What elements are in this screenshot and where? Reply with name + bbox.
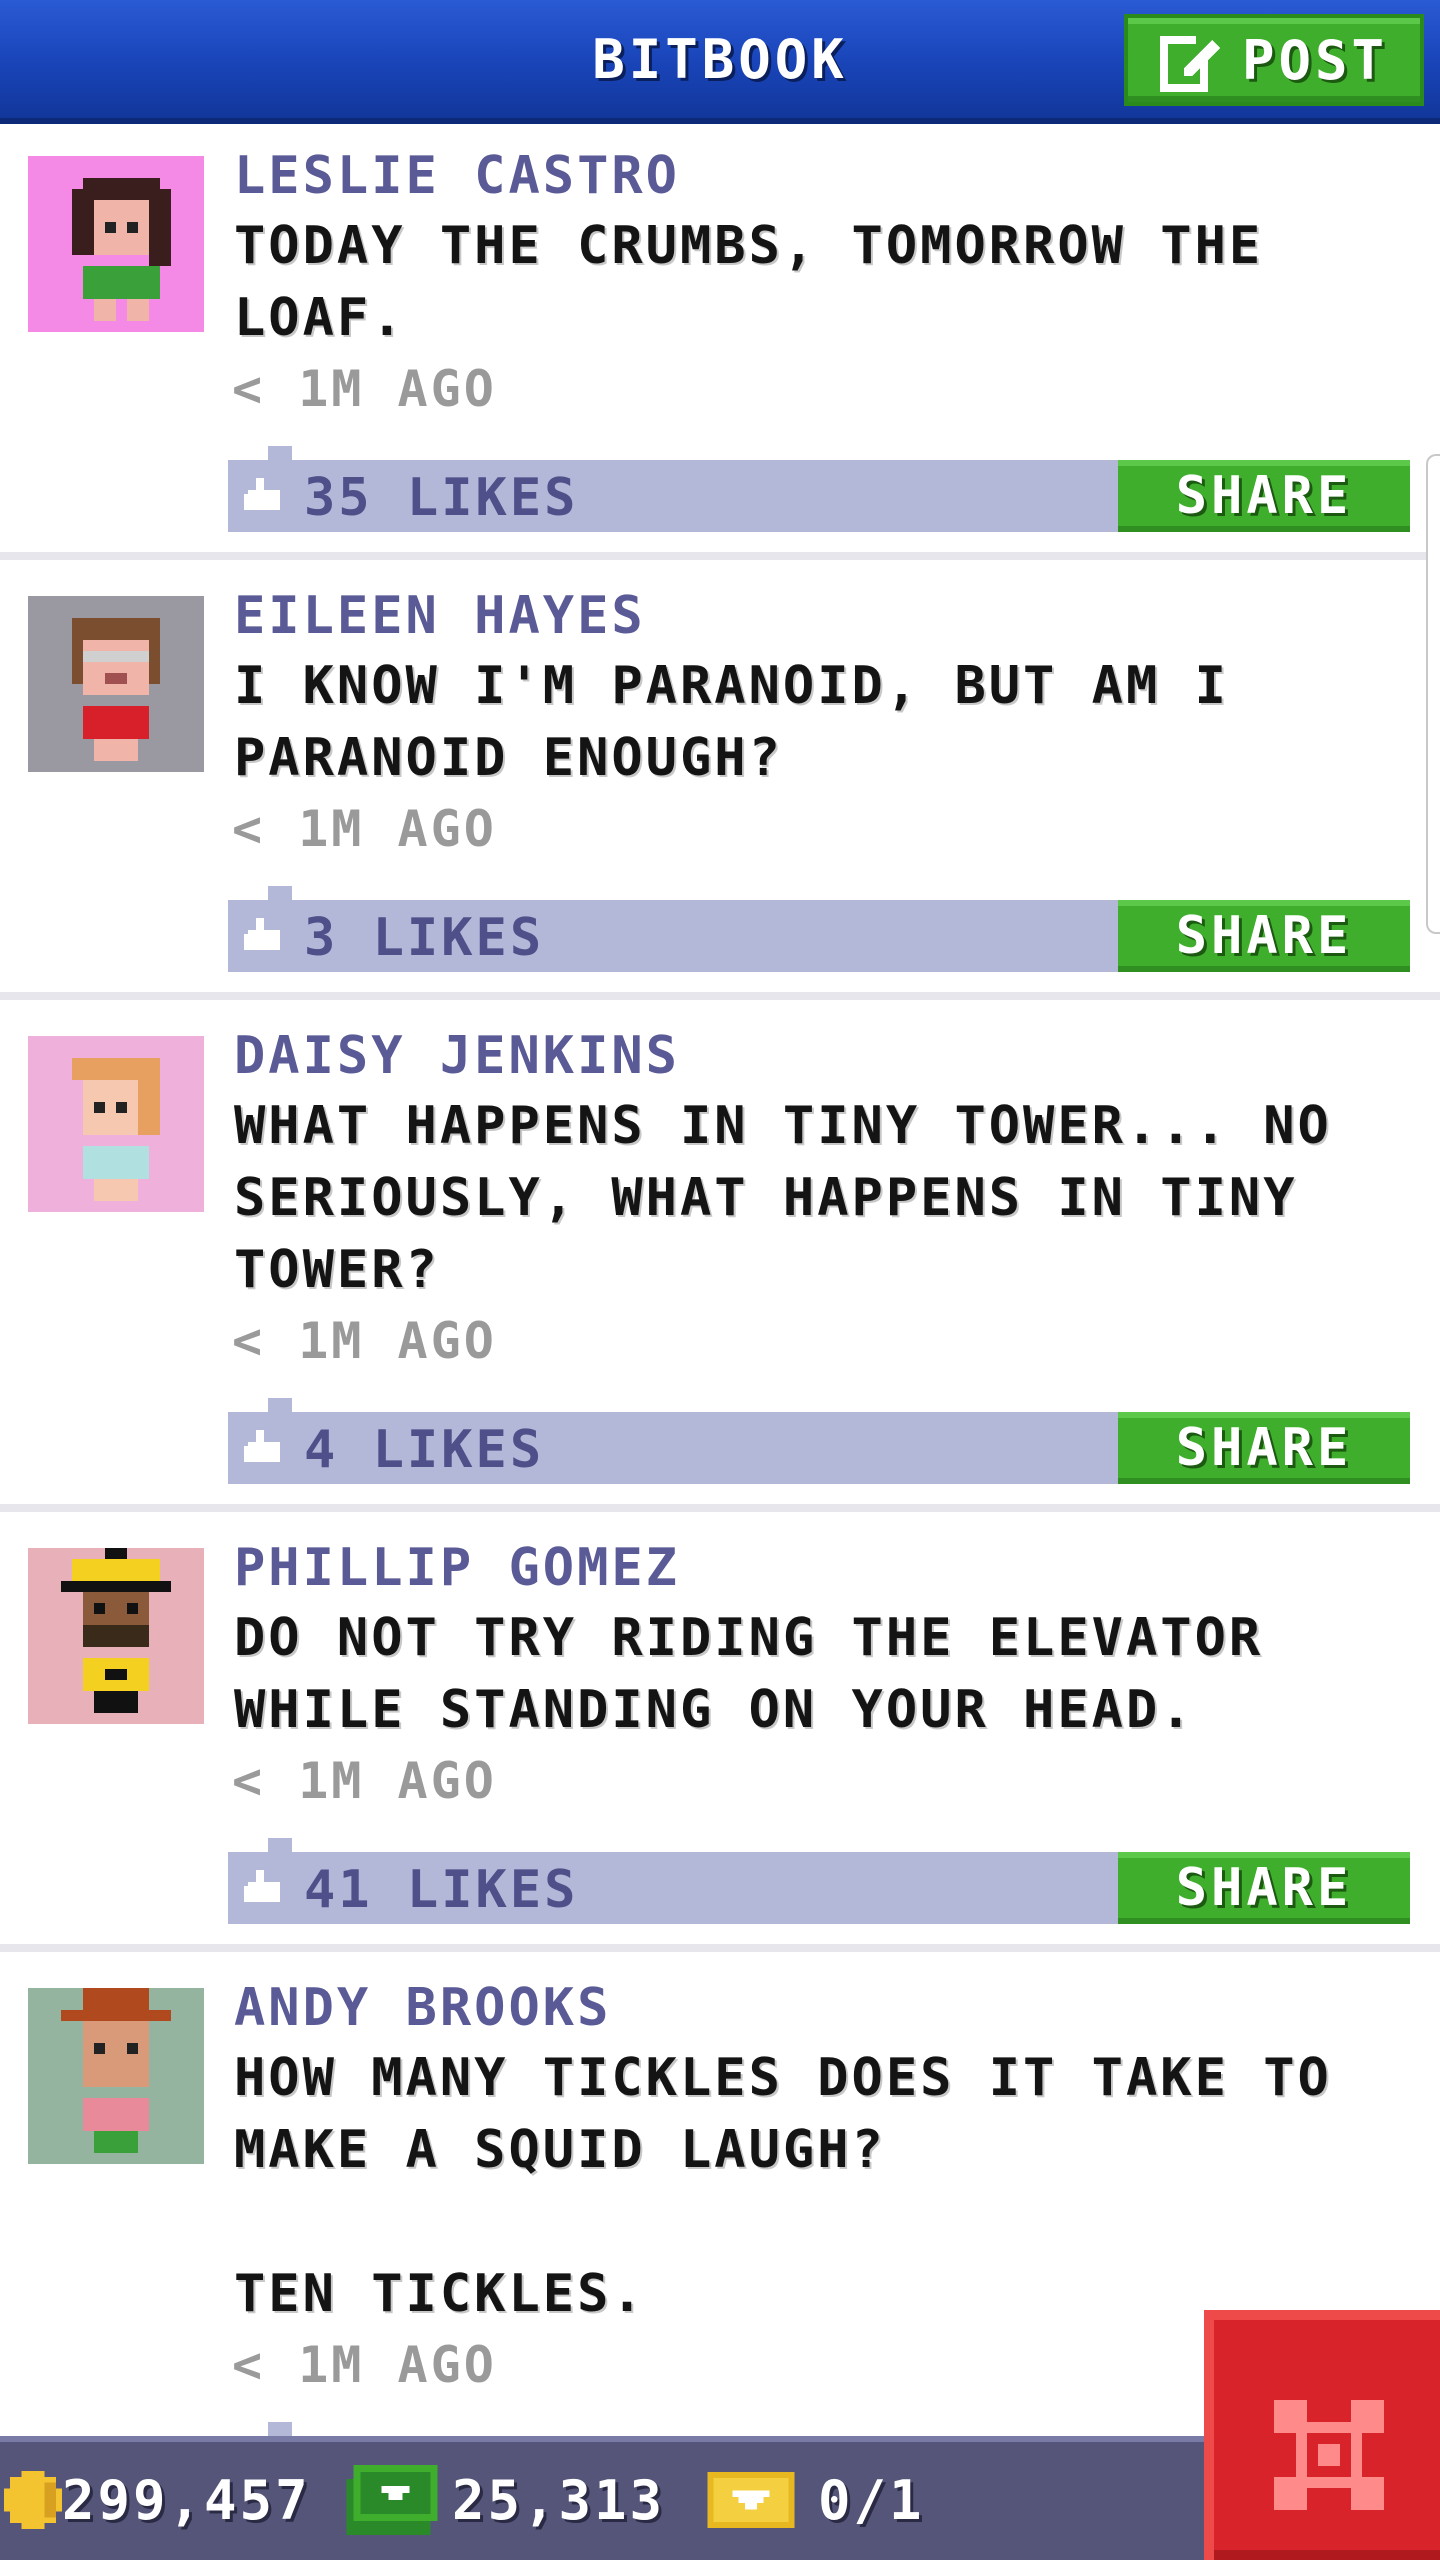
like-bar: 35 LIKES SHARE bbox=[228, 446, 1410, 532]
post-author[interactable]: DAISY JENKINS bbox=[234, 1026, 680, 1086]
close-button[interactable] bbox=[1204, 2310, 1440, 2560]
like-count: 3 LIKES bbox=[304, 908, 545, 968]
feed-list[interactable]: LESLIE CASTRO TODAY THE CRUMBS, TOMORROW… bbox=[0, 124, 1440, 2436]
like-count: 4 LIKES bbox=[304, 1420, 545, 1480]
share-button[interactable]: SHARE bbox=[1118, 900, 1410, 972]
coins-value: 299,457 bbox=[62, 2468, 311, 2532]
post-timestamp: < 1M AGO bbox=[232, 1752, 497, 1810]
like-bar-tab bbox=[268, 446, 292, 460]
thumbs-up-icon[interactable] bbox=[244, 1430, 284, 1466]
bitbook-screen: BITBOOK POST LESLIE CASTRO TODAY THE CRU… bbox=[0, 0, 1440, 2560]
post-author[interactable]: ANDY BROOKS bbox=[234, 1978, 611, 2038]
tickets-value: 0/1 bbox=[818, 2468, 925, 2532]
post-author[interactable]: PHILLIP GOMEZ bbox=[234, 1538, 680, 1598]
coins-stat: 299,457 bbox=[4, 2460, 311, 2540]
like-bar-tab bbox=[268, 1398, 292, 1412]
coin-icon bbox=[4, 2471, 62, 2529]
post-timestamp: < 1M AGO bbox=[232, 800, 497, 858]
avatar-image bbox=[28, 596, 204, 772]
post-divider bbox=[0, 992, 1440, 1000]
share-button[interactable]: SHARE bbox=[1118, 1412, 1410, 1484]
avatar bbox=[28, 596, 204, 772]
post-timestamp: < 1M AGO bbox=[232, 2336, 497, 2394]
avatar-image bbox=[28, 156, 204, 332]
scrollbar[interactable] bbox=[1426, 454, 1440, 934]
avatar-image bbox=[28, 1036, 204, 1212]
post-author[interactable]: EILEEN HAYES bbox=[234, 586, 646, 646]
like-bar: 4 LIKES SHARE bbox=[228, 1398, 1410, 1484]
avatar bbox=[28, 1036, 204, 1212]
thumbs-up-icon[interactable] bbox=[244, 918, 284, 954]
post-message: I KNOW I'M PARANOID, BUT AM I PARANOID E… bbox=[234, 656, 1229, 788]
feed-post: DAISY JENKINS WHAT HAPPENS IN TINY TOWER… bbox=[0, 1004, 1440, 1516]
post-message: DO NOT TRY RIDING THE ELEVATOR WHILE STA… bbox=[234, 1608, 1264, 1740]
like-bar: 41 LIKES SHARE bbox=[228, 1838, 1410, 1924]
like-bar-tab bbox=[268, 2422, 292, 2436]
ticket-icon bbox=[707, 2472, 795, 2528]
post-button[interactable]: POST bbox=[1124, 14, 1424, 106]
avatar-image bbox=[28, 1548, 204, 1724]
post-author[interactable]: LESLIE CASTRO bbox=[234, 146, 680, 206]
post-message: TODAY THE CRUMBS, TOMORROW THE LOAF. bbox=[234, 216, 1264, 348]
close-icon bbox=[1274, 2400, 1384, 2510]
avatar-image bbox=[28, 1988, 204, 2164]
thumbs-up-icon[interactable] bbox=[244, 478, 284, 514]
post-message: WHAT HAPPENS IN TINY TOWER... NO SERIOUS… bbox=[234, 1096, 1332, 1300]
post-divider bbox=[0, 552, 1440, 560]
edit-icon bbox=[1159, 32, 1220, 92]
post-timestamp: < 1M AGO bbox=[232, 360, 497, 418]
post-button-label: POST bbox=[1241, 28, 1389, 92]
avatar bbox=[28, 156, 204, 332]
bux-icon bbox=[346, 2465, 438, 2535]
like-bar: 3 LIKES SHARE bbox=[228, 886, 1410, 972]
post-message: HOW MANY TICKLES DOES IT TAKE TO MAKE A … bbox=[234, 2048, 1332, 2324]
like-count: 35 LIKES bbox=[304, 468, 579, 528]
share-button[interactable]: SHARE bbox=[1118, 1852, 1410, 1924]
bux-value: 25,313 bbox=[452, 2468, 666, 2532]
like-bar-tab bbox=[268, 1838, 292, 1852]
avatar bbox=[28, 1548, 204, 1724]
share-button[interactable]: SHARE bbox=[1118, 460, 1410, 532]
post-timestamp: < 1M AGO bbox=[232, 1312, 497, 1370]
like-bar-tab bbox=[268, 886, 292, 900]
avatar bbox=[28, 1988, 204, 2164]
post-divider bbox=[0, 1504, 1440, 1512]
tickets-stat: 0/1 bbox=[706, 2460, 925, 2540]
header-bar: BITBOOK POST bbox=[0, 0, 1440, 124]
feed-post: LESLIE CASTRO TODAY THE CRUMBS, TOMORROW… bbox=[0, 124, 1440, 564]
bux-stat: 25,313 bbox=[346, 2460, 665, 2540]
thumbs-up-icon[interactable] bbox=[244, 1870, 284, 1906]
post-divider bbox=[0, 1944, 1440, 1952]
feed-post: EILEEN HAYES I KNOW I'M PARANOID, BUT AM… bbox=[0, 564, 1440, 1004]
like-count: 41 LIKES bbox=[304, 1860, 579, 1920]
feed-post: PHILLIP GOMEZ DO NOT TRY RIDING THE ELEV… bbox=[0, 1516, 1440, 1956]
